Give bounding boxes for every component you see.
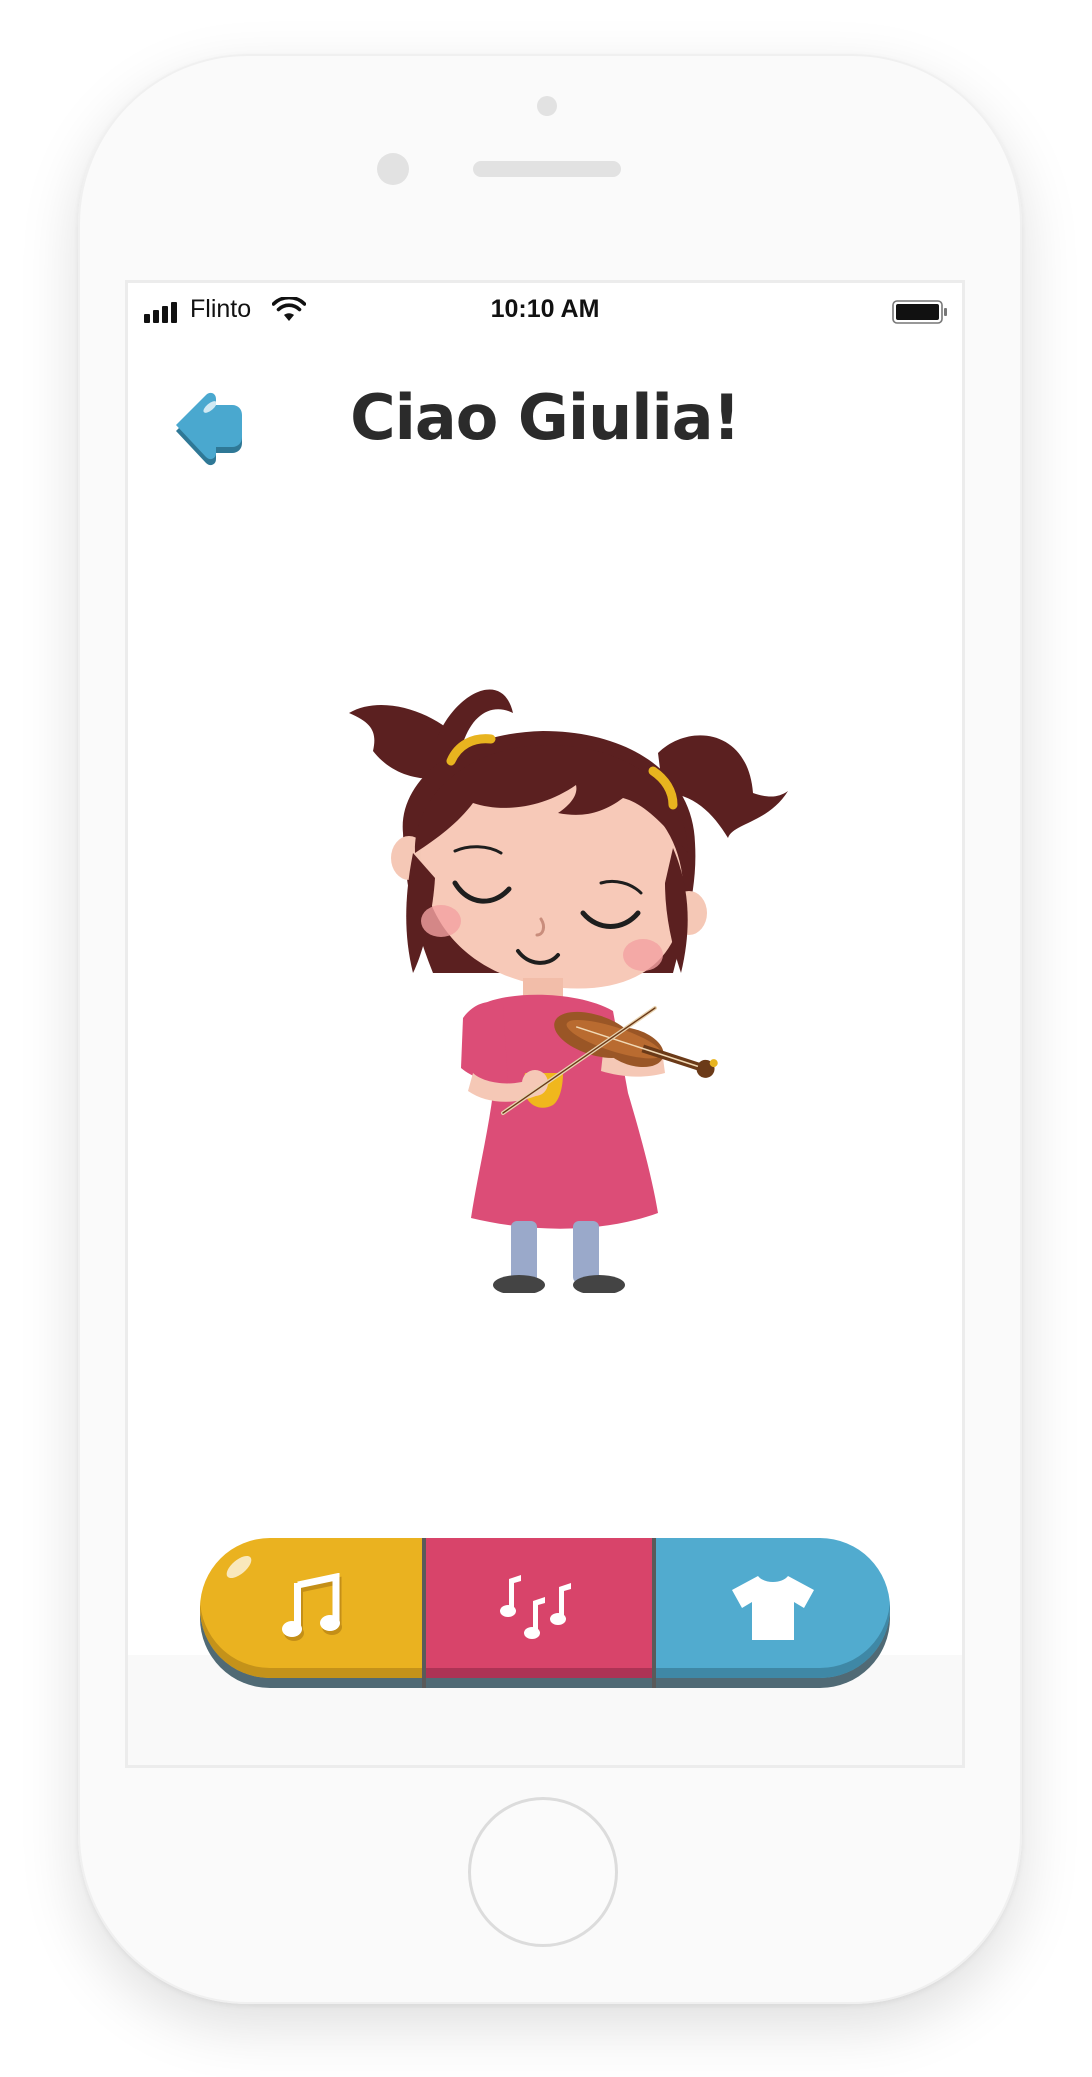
status-time: 10:10 AM <box>490 295 600 323</box>
tab-music[interactable] <box>200 1538 422 1678</box>
front-camera <box>377 153 409 185</box>
tab-divider <box>652 1538 656 1688</box>
battery-icon <box>892 300 947 324</box>
tab-songs[interactable] <box>426 1538 652 1678</box>
t-shirt-icon <box>732 1576 814 1640</box>
music-notes-icon <box>500 1575 571 1639</box>
gloss-highlight <box>223 1551 255 1583</box>
earpiece-speaker <box>473 161 621 177</box>
mockup-stage: Flinto 10:10 AM Ciao Giulia! <box>0 0 1092 2077</box>
page-title: Ciao Giulia! <box>350 381 741 454</box>
front-sensor <box>537 96 557 116</box>
music-note-icon <box>282 1573 342 1641</box>
girl-violin-illustration <box>349 689 788 1293</box>
bottom-tab-bar <box>200 1538 890 1688</box>
status-bar: Flinto 10:10 AM <box>128 283 962 339</box>
tab-divider <box>422 1538 426 1688</box>
tab-outfit[interactable] <box>656 1538 890 1678</box>
home-button[interactable] <box>468 1797 618 1947</box>
app-screen: Flinto 10:10 AM Ciao Giulia! <box>125 280 965 1768</box>
